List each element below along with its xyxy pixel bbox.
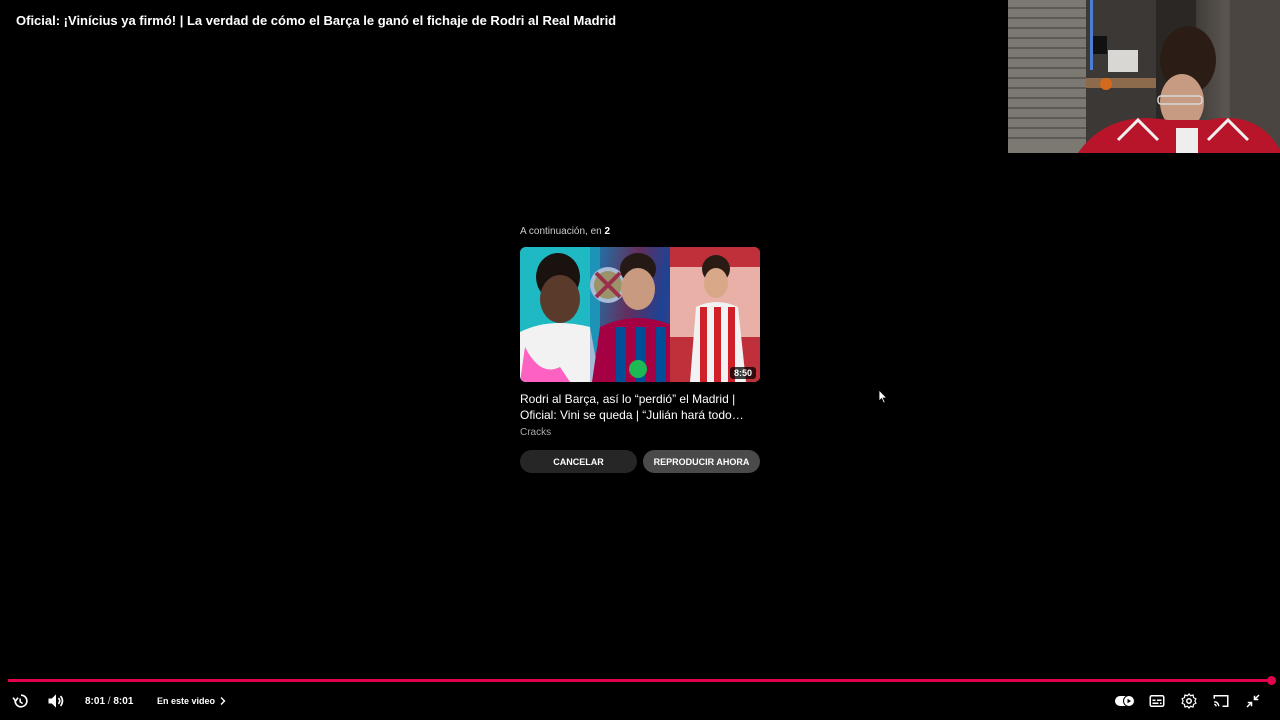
up-next-channel[interactable]: Cracks: [520, 426, 760, 440]
video-player[interactable]: Oficial: ¡Vinícius ya firmó! | La verdad…: [0, 0, 1280, 720]
volume-button[interactable]: [46, 688, 66, 714]
exit-fullscreen-button[interactable]: [1244, 688, 1262, 714]
chapter-button[interactable]: En este video: [157, 688, 229, 714]
thumbnail-image: [520, 247, 760, 382]
cast-button[interactable]: [1212, 688, 1230, 714]
up-next-header: A continuación, en 2: [520, 224, 760, 240]
chapter-label: En este video: [157, 696, 216, 706]
up-next-title[interactable]: Rodri al Barça, así lo “perdió” el Madri…: [520, 391, 760, 423]
time-separator: /: [107, 695, 111, 707]
replay-button[interactable]: [11, 688, 31, 714]
subtitles-icon: [1149, 695, 1165, 707]
video-title[interactable]: Oficial: ¡Vinícius ya firmó! | La verdad…: [16, 13, 616, 28]
total-time: 8:01: [113, 695, 134, 707]
subtitles-button[interactable]: [1148, 688, 1166, 714]
progress-scrubber[interactable]: [1267, 676, 1276, 685]
thumbnail-duration: 8:50: [729, 367, 756, 379]
gear-icon: [1181, 693, 1197, 709]
up-next-card: A continuación, en 2 8:50 Rodri al Barça…: [520, 224, 760, 473]
chevron-right-icon: [220, 697, 226, 705]
autoplay-toggle[interactable]: [1114, 688, 1136, 714]
cancel-button[interactable]: CANCELAR: [520, 450, 637, 473]
up-next-label: A continuación, en: [520, 226, 602, 237]
time-display: 8:01 / 8:01: [85, 688, 133, 714]
volume-icon: [48, 694, 64, 708]
progress-fill: [8, 679, 1272, 682]
player-controls: 8:01 / 8:01 En este video: [0, 688, 1280, 714]
autoplay-toggle-icon: [1115, 695, 1135, 707]
settings-button[interactable]: [1180, 688, 1198, 714]
up-next-countdown: 2: [604, 226, 611, 237]
play-now-button[interactable]: REPRODUCIR AHORA: [643, 450, 760, 473]
up-next-thumbnail[interactable]: 8:50: [520, 247, 760, 382]
mouse-cursor-icon: [878, 389, 888, 409]
exit-fullscreen-icon: [1246, 694, 1260, 708]
cast-icon: [1213, 695, 1229, 707]
current-time: 8:01: [85, 695, 106, 707]
webcam-image: [1008, 0, 1280, 153]
progress-bar[interactable]: [8, 676, 1276, 685]
replay-icon: [12, 694, 28, 708]
webcam-overlay: [1008, 0, 1280, 153]
